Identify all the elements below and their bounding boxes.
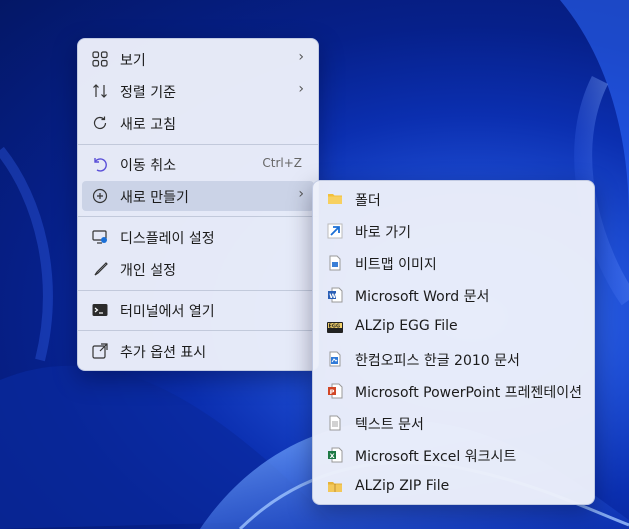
- chevron-right-icon: ›: [298, 81, 304, 97]
- excel-icon: X: [327, 447, 343, 463]
- menu-item-personalize[interactable]: 개인 설정: [82, 254, 314, 284]
- new-icon: [92, 188, 108, 204]
- menu-item-new[interactable]: 새로 만들기 ›: [82, 181, 314, 211]
- menu-item-label: 정렬 기준: [120, 85, 176, 101]
- submenu-item-powerpoint[interactable]: P Microsoft PowerPoint 프레젠테이션: [317, 376, 590, 406]
- menu-item-label: 터미널에서 열기: [120, 304, 215, 320]
- menu-item-show-more-options[interactable]: 추가 옵션 표시: [82, 336, 314, 366]
- terminal-icon: [92, 302, 108, 318]
- menu-item-label: 이동 취소: [120, 158, 176, 174]
- submenu-item-hwp[interactable]: 한컴오피스 한글 2010 문서: [317, 344, 590, 374]
- menu-item-label: 디스플레이 설정: [120, 231, 215, 247]
- submenu-item-label: 한컴오피스 한글 2010 문서: [355, 353, 520, 369]
- menu-separator: [78, 216, 318, 217]
- menu-item-sort-by[interactable]: 정렬 기준 ›: [82, 76, 314, 106]
- menu-item-label: 개인 설정: [120, 263, 176, 279]
- svg-text:W: W: [329, 292, 336, 300]
- menu-item-refresh[interactable]: 새로 고침: [82, 108, 314, 138]
- submenu-item-label: 텍스트 문서: [355, 417, 424, 433]
- svg-text:X: X: [330, 452, 335, 460]
- grid-icon: [92, 51, 108, 67]
- text-doc-icon: [327, 415, 343, 431]
- submenu-item-word[interactable]: W Microsoft Word 문서: [317, 280, 590, 310]
- sort-icon: [92, 83, 108, 99]
- menu-item-label: 새로 만들기: [120, 190, 189, 206]
- powerpoint-icon: P: [327, 383, 343, 399]
- undo-icon: [92, 156, 108, 172]
- menu-item-view[interactable]: 보기 ›: [82, 44, 314, 74]
- submenu-item-label: ALZip ZIP File: [355, 478, 450, 494]
- submenu-item-shortcut[interactable]: 바로 가기: [317, 216, 590, 246]
- menu-separator: [78, 330, 318, 331]
- refresh-icon: [92, 115, 108, 131]
- zip-icon: [327, 479, 343, 495]
- menu-item-open-terminal[interactable]: 터미널에서 열기: [82, 295, 314, 325]
- folder-icon: [327, 191, 343, 207]
- shortcut-text: Ctrl+Z: [262, 156, 302, 170]
- submenu-item-label: Microsoft PowerPoint 프레젠테이션: [355, 385, 582, 401]
- submenu-item-label: 비트맵 이미지: [355, 257, 437, 273]
- submenu-item-folder[interactable]: 폴더: [317, 184, 590, 214]
- menu-separator: [78, 144, 318, 145]
- hwp-icon: [327, 351, 343, 367]
- word-icon: W: [327, 287, 343, 303]
- more-options-icon: [92, 343, 108, 359]
- submenu-item-label: Microsoft Excel 워크시트: [355, 449, 517, 465]
- submenu-item-alzip-zip[interactable]: ALZip ZIP File: [317, 472, 590, 502]
- menu-separator: [78, 290, 318, 291]
- desktop-context-menu: 보기 › 정렬 기준 › 새로 고침 이동 취소 Ctrl+Z 새로 만들기 ›…: [77, 38, 319, 371]
- menu-item-label: 추가 옵션 표시: [120, 345, 207, 361]
- new-submenu: 폴더 바로 가기 비트맵 이미지 W Microsoft Word 문서 EGG…: [312, 180, 595, 505]
- egg-icon: EGG: [327, 319, 343, 335]
- menu-item-undo-move[interactable]: 이동 취소 Ctrl+Z: [82, 149, 314, 179]
- egg-badge: EGG: [329, 324, 341, 330]
- menu-item-label: 보기: [120, 53, 146, 69]
- menu-item-display-settings[interactable]: 디스플레이 설정: [82, 222, 314, 252]
- svg-text:P: P: [330, 388, 335, 396]
- menu-item-label: 새로 고침: [120, 117, 176, 133]
- brush-icon: [92, 261, 108, 277]
- submenu-item-text-document[interactable]: 텍스트 문서: [317, 408, 590, 438]
- submenu-item-bitmap[interactable]: 비트맵 이미지: [317, 248, 590, 278]
- shortcut-icon: [327, 223, 343, 239]
- display-icon: [92, 229, 108, 245]
- submenu-item-label: Microsoft Word 문서: [355, 289, 490, 305]
- submenu-item-excel[interactable]: X Microsoft Excel 워크시트: [317, 440, 590, 470]
- submenu-item-label: 폴더: [355, 193, 381, 209]
- chevron-right-icon: ›: [298, 186, 304, 202]
- submenu-item-label: ALZip EGG File: [355, 318, 458, 334]
- submenu-item-alzip-egg[interactable]: EGG ALZip EGG File: [317, 312, 590, 342]
- submenu-item-label: 바로 가기: [355, 225, 411, 241]
- chevron-right-icon: ›: [298, 49, 304, 65]
- bitmap-icon: [327, 255, 343, 271]
